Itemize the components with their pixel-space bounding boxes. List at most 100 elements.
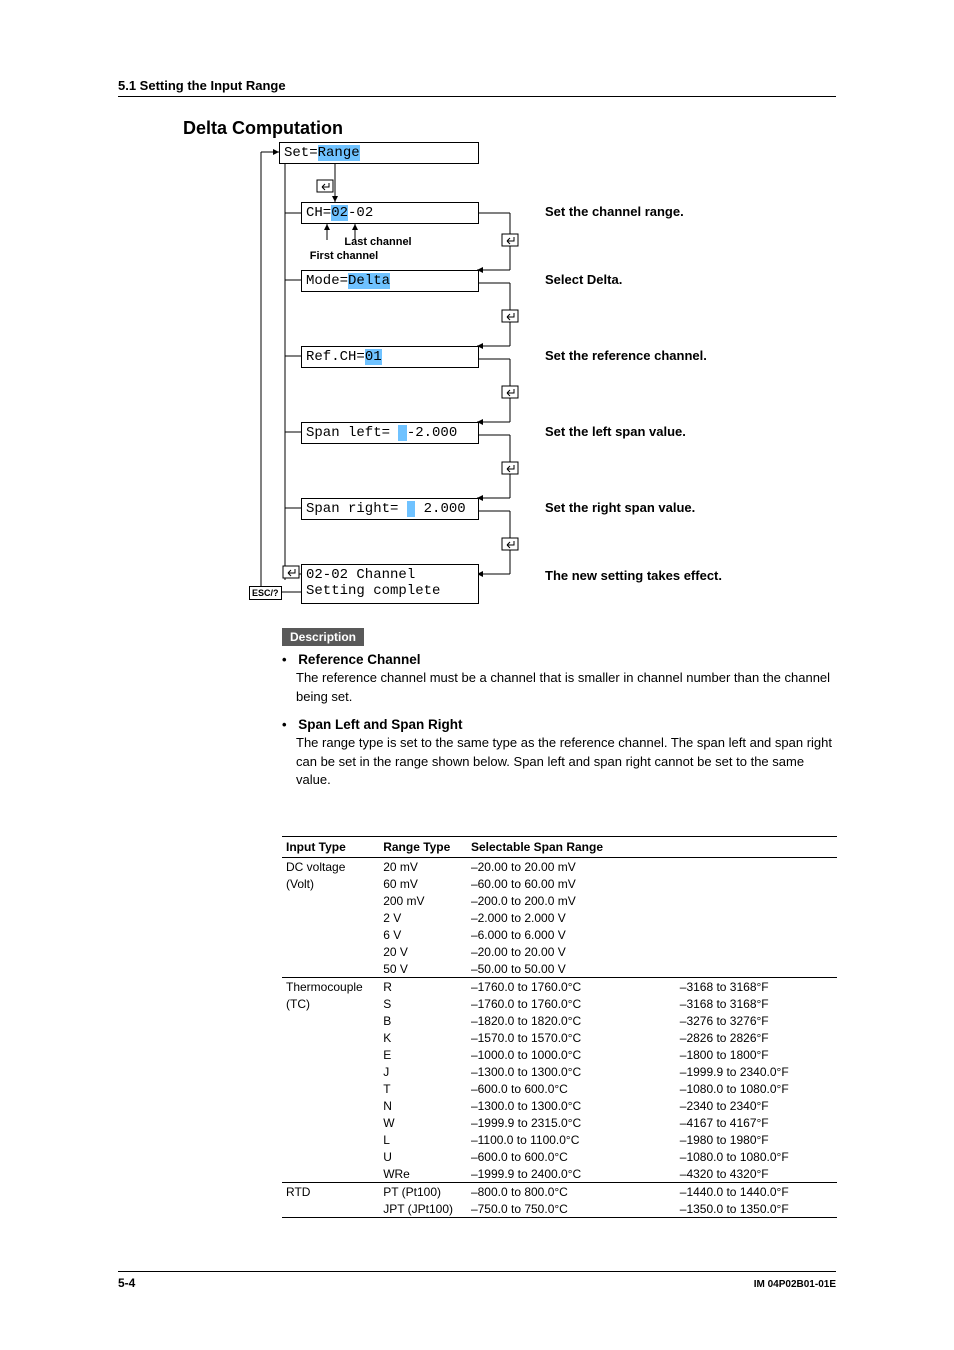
table-row: E–1000.0 to 1000.0°C–1800 to 1800°F bbox=[282, 1046, 837, 1063]
cell-span-f bbox=[676, 943, 837, 960]
flow-mode-prefix: Mode= bbox=[306, 273, 348, 289]
flow-mode-value: Delta bbox=[348, 273, 390, 289]
cell-range-type: WRe bbox=[379, 1165, 467, 1183]
th-range-type: Range Type bbox=[379, 837, 467, 858]
flow-ch-ann: Set the channel range. bbox=[545, 204, 684, 219]
cell-range-type: 50 V bbox=[379, 960, 467, 978]
table-row: (TC)S–1760.0 to 1760.0°C–3168 to 3168°F bbox=[282, 995, 837, 1012]
table-row: DC voltage20 mV–20.00 to 20.00 mV bbox=[282, 858, 837, 876]
cell-span-c: –20.00 to 20.00 V bbox=[467, 943, 676, 960]
cell-span-c: –200.0 to 200.0 mV bbox=[467, 892, 676, 909]
cell-input-type bbox=[282, 909, 379, 926]
cell-span-c: –1000.0 to 1000.0°C bbox=[467, 1046, 676, 1063]
cell-span-c: –1570.0 to 1570.0°C bbox=[467, 1029, 676, 1046]
cell-input-type bbox=[282, 960, 379, 978]
table-row: (Volt)60 mV–60.00 to 60.00 mV bbox=[282, 875, 837, 892]
flow-set-prefix: Set= bbox=[284, 145, 318, 161]
flow-spanl-cursor bbox=[398, 425, 406, 441]
flow-ref-value: 01 bbox=[365, 349, 382, 365]
cell-input-type bbox=[282, 943, 379, 960]
cell-input-type bbox=[282, 1165, 379, 1183]
cell-input-type bbox=[282, 1200, 379, 1218]
cell-span-c: –1760.0 to 1760.0°C bbox=[467, 995, 676, 1012]
flow-done-line2: Setting complete bbox=[306, 583, 440, 599]
flow-spanl-prefix: Span left= bbox=[306, 425, 398, 441]
cell-range-type: W bbox=[379, 1114, 467, 1131]
cell-range-type: 6 V bbox=[379, 926, 467, 943]
cell-input-type bbox=[282, 1029, 379, 1046]
cell-span-f: –4320 to 4320°F bbox=[676, 1165, 837, 1183]
cell-input-type: DC voltage bbox=[282, 858, 379, 876]
cell-input-type bbox=[282, 1012, 379, 1029]
th-input-type: Input Type bbox=[282, 837, 379, 858]
cell-span-f: –1080.0 to 1080.0°F bbox=[676, 1080, 837, 1097]
table-row: 50 V–50.00 to 50.00 V bbox=[282, 960, 837, 978]
cell-span-c: –20.00 to 20.00 mV bbox=[467, 858, 676, 876]
cell-span-f: –1080.0 to 1080.0°F bbox=[676, 1148, 837, 1165]
flow-ref-ann: Set the reference channel. bbox=[545, 348, 707, 363]
cell-range-type: E bbox=[379, 1046, 467, 1063]
cell-span-c: –1999.9 to 2400.0°C bbox=[467, 1165, 676, 1183]
cell-span-f: –1440.0 to 1440.0°F bbox=[676, 1183, 837, 1201]
table-row: 20 V–20.00 to 20.00 V bbox=[282, 943, 837, 960]
table-row: WRe–1999.9 to 2400.0°C–4320 to 4320°F bbox=[282, 1165, 837, 1183]
cell-range-type: 60 mV bbox=[379, 875, 467, 892]
cell-span-c: –750.0 to 750.0°C bbox=[467, 1200, 676, 1218]
table-row: T–600.0 to 600.0°C–1080.0 to 1080.0°F bbox=[282, 1080, 837, 1097]
cell-span-c: –50.00 to 50.00 V bbox=[467, 960, 676, 978]
cell-input-type bbox=[282, 1063, 379, 1080]
cell-span-f bbox=[676, 892, 837, 909]
description-label: Description bbox=[282, 628, 364, 646]
table-row: B–1820.0 to 1820.0°C–3276 to 3276°F bbox=[282, 1012, 837, 1029]
cell-span-c: –6.000 to 6.000 V bbox=[467, 926, 676, 943]
flow-spanr-box: Span right= 2.000 bbox=[301, 498, 479, 520]
header-section: 5.1 Setting the Input Range bbox=[118, 78, 286, 93]
flow-ref-prefix: Ref.CH= bbox=[306, 349, 365, 365]
ref-channel-head: Reference Channel bbox=[298, 652, 420, 667]
table-row: 6 V–6.000 to 6.000 V bbox=[282, 926, 837, 943]
cell-range-type: J bbox=[379, 1063, 467, 1080]
cell-span-c: –800.0 to 800.0°C bbox=[467, 1183, 676, 1201]
table-row: JPT (JPt100)–750.0 to 750.0°C–1350.0 to … bbox=[282, 1200, 837, 1218]
cell-input-type bbox=[282, 1097, 379, 1114]
cell-range-type: K bbox=[379, 1029, 467, 1046]
cell-span-f bbox=[676, 858, 837, 876]
cell-input-type bbox=[282, 1148, 379, 1165]
cell-span-f: –3168 to 3168°F bbox=[676, 995, 837, 1012]
cell-range-type: 200 mV bbox=[379, 892, 467, 909]
table-row: J–1300.0 to 1300.0°C–1999.9 to 2340.0°F bbox=[282, 1063, 837, 1080]
flow-mode-box: Mode=Delta bbox=[301, 270, 479, 292]
flowchart: Set=Range CH=02-02 Set the channel range… bbox=[255, 140, 835, 620]
flow-ch-prefix: CH= bbox=[306, 205, 331, 221]
cell-span-c: –1820.0 to 1820.0°C bbox=[467, 1012, 676, 1029]
table-row: RTDPT (Pt100)–800.0 to 800.0°C–1440.0 to… bbox=[282, 1183, 837, 1201]
table-row: 2 V–2.000 to 2.000 V bbox=[282, 909, 837, 926]
table-row: N–1300.0 to 1300.0°C–2340 to 2340°F bbox=[282, 1097, 837, 1114]
cell-range-type: R bbox=[379, 978, 467, 996]
cell-range-type: 2 V bbox=[379, 909, 467, 926]
cell-input-type bbox=[282, 1131, 379, 1148]
cell-input-type: (Volt) bbox=[282, 875, 379, 892]
cell-input-type: Thermocouple bbox=[282, 978, 379, 996]
th-span-range: Selectable Span Range bbox=[467, 837, 676, 858]
flow-ch-box: CH=02-02 bbox=[301, 202, 479, 224]
cell-range-type: JPT (JPt100) bbox=[379, 1200, 467, 1218]
footer-page: 5-4 bbox=[118, 1276, 135, 1290]
cell-input-type: (TC) bbox=[282, 995, 379, 1012]
cell-range-type: T bbox=[379, 1080, 467, 1097]
cell-span-c: –1300.0 to 1300.0°C bbox=[467, 1097, 676, 1114]
flow-set-value: Range bbox=[318, 145, 360, 161]
table-row: 200 mV–200.0 to 200.0 mV bbox=[282, 892, 837, 909]
flow-done-ann: The new setting takes effect. bbox=[545, 568, 722, 583]
flow-done-box: 02-02 Channel Setting complete bbox=[301, 564, 479, 604]
cell-span-f bbox=[676, 909, 837, 926]
cell-span-f: –1350.0 to 1350.0°F bbox=[676, 1200, 837, 1218]
cell-span-f: –3168 to 3168°F bbox=[676, 978, 837, 996]
cell-span-c: –600.0 to 600.0°C bbox=[467, 1148, 676, 1165]
cell-span-f: –2826 to 2826°F bbox=[676, 1029, 837, 1046]
cell-span-c: –2.000 to 2.000 V bbox=[467, 909, 676, 926]
span-range-table: Input Type Range Type Selectable Span Ra… bbox=[282, 836, 837, 1218]
cell-span-c: –600.0 to 600.0°C bbox=[467, 1080, 676, 1097]
cell-span-c: –1760.0 to 1760.0°C bbox=[467, 978, 676, 996]
description-section: Description Reference Channel The refere… bbox=[282, 628, 837, 800]
